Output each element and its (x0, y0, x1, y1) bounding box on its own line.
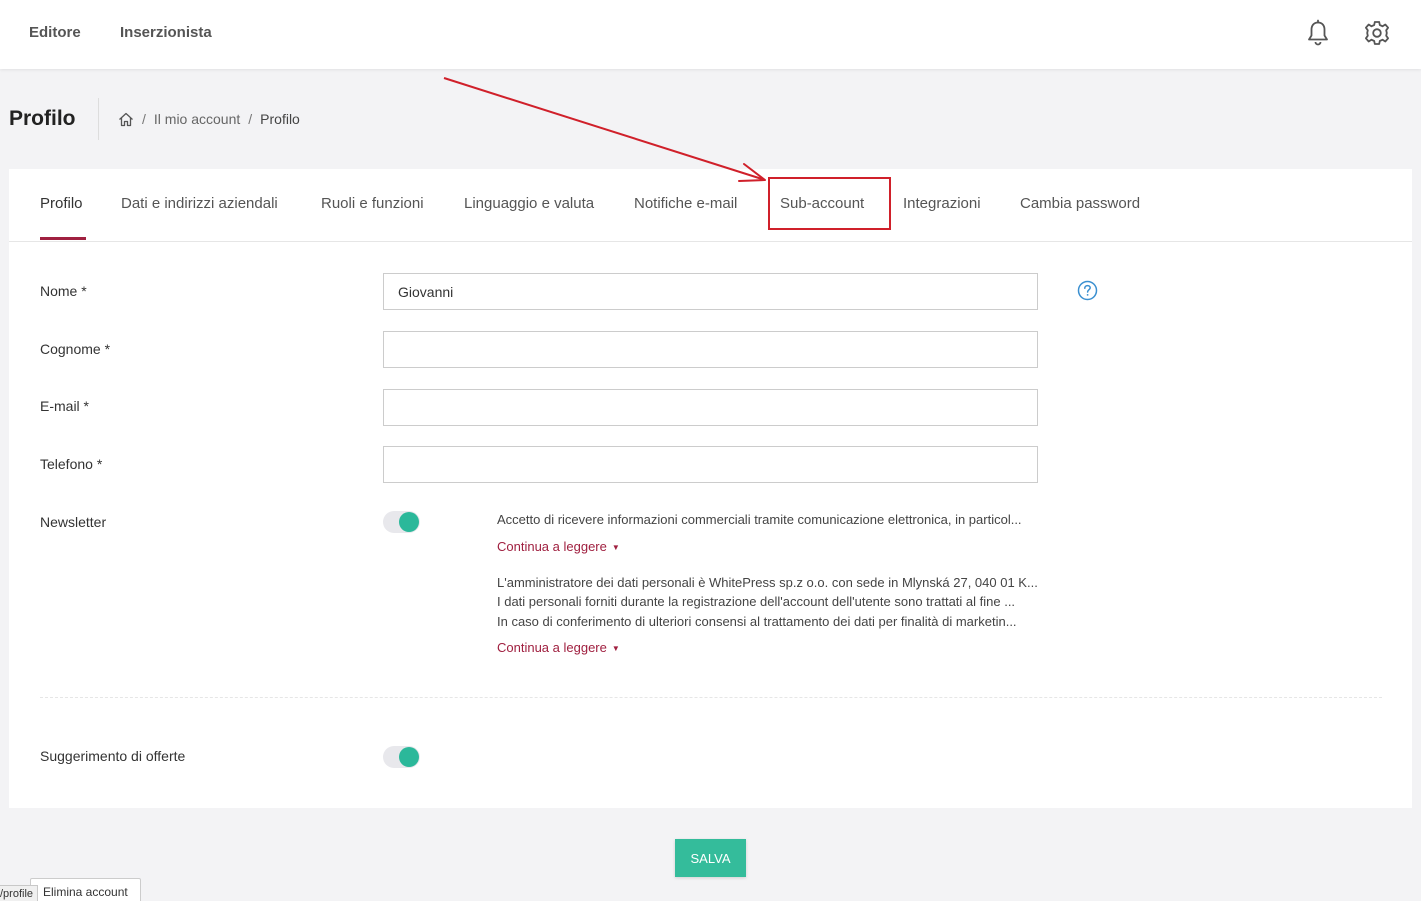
profile-card: Profilo Dati e indirizzi aziendali Ruoli… (9, 169, 1412, 808)
privacy-read-more-link[interactable]: Continua a leggere ▼ (497, 640, 620, 655)
tab-cambia-password[interactable]: Cambia password (1020, 195, 1140, 212)
breadcrumb-separator: / (248, 111, 253, 127)
tab-integrazioni[interactable]: Integrazioni (903, 195, 981, 212)
cognome-label: Cognome * (40, 341, 111, 357)
read-more-label: Continua a leggere (497, 640, 607, 655)
breadcrumb-current: Profilo (260, 111, 300, 127)
newsletter-read-more-link[interactable]: Continua a leggere ▼ (497, 539, 620, 554)
tab-dati-aziendali[interactable]: Dati e indirizzi aziendali (121, 195, 278, 212)
offers-toggle[interactable] (383, 746, 420, 768)
page-header: Profilo / Il mio account / Profilo (0, 70, 1421, 168)
offers-label: Suggerimento di offerte (40, 748, 186, 764)
newsletter-label: Newsletter (40, 514, 107, 530)
gear-icon[interactable] (1364, 19, 1390, 47)
email-input[interactable] (383, 389, 1038, 426)
tab-ruoli-funzioni[interactable]: Ruoli e funzioni (321, 195, 424, 212)
nome-input[interactable] (383, 273, 1038, 310)
tab-profilo[interactable]: Profilo (40, 195, 83, 212)
telefono-input[interactable] (383, 446, 1038, 483)
toggle-knob (399, 747, 419, 767)
tab-bar: Profilo Dati e indirizzi aziendali Ruoli… (9, 169, 1412, 242)
privacy-text-line: In caso di conferimento di ulteriori con… (497, 614, 1017, 629)
breadcrumb-separator: / (142, 111, 146, 127)
privacy-text-line: I dati personali forniti durante la regi… (497, 594, 1016, 609)
top-bar: Editore Inserzionista (0, 0, 1421, 69)
home-icon[interactable] (118, 112, 134, 127)
delete-account-button[interactable]: Elimina account (30, 878, 141, 901)
save-button[interactable]: SALVA (675, 839, 746, 877)
tab-notifiche-email[interactable]: Notifiche e-mail (634, 195, 737, 212)
cognome-input[interactable] (383, 331, 1038, 368)
page-title: Profilo (9, 107, 76, 130)
nav-inserzionista[interactable]: Inserzionista (120, 24, 212, 41)
newsletter-toggle[interactable] (383, 511, 420, 533)
tab-sub-account[interactable]: Sub-account (780, 195, 864, 212)
read-more-label: Continua a leggere (497, 539, 607, 554)
email-label: E-mail * (40, 398, 90, 414)
section-divider (40, 697, 1382, 698)
header-divider (98, 98, 99, 140)
nome-label: Nome * (40, 283, 87, 299)
nav-editore[interactable]: Editore (29, 24, 81, 41)
bell-icon[interactable] (1305, 19, 1331, 47)
tab-linguaggio-valuta[interactable]: Linguaggio e valuta (464, 195, 594, 212)
newsletter-consent-text: Accetto di ricevere informazioni commerc… (497, 512, 1022, 527)
privacy-text-line: L'amministratore dei dati personali è Wh… (497, 575, 1038, 590)
breadcrumb: / Il mio account / Profilo (118, 111, 300, 127)
status-bar-url: /profile (0, 885, 39, 901)
active-tab-indicator (40, 237, 86, 240)
caret-down-icon: ▼ (611, 543, 620, 553)
breadcrumb-my-account[interactable]: Il mio account (154, 111, 240, 127)
question-circle-icon[interactable] (1077, 280, 1098, 301)
toggle-knob (399, 512, 419, 532)
telefono-label: Telefono * (40, 456, 103, 472)
caret-down-icon: ▼ (611, 644, 620, 654)
